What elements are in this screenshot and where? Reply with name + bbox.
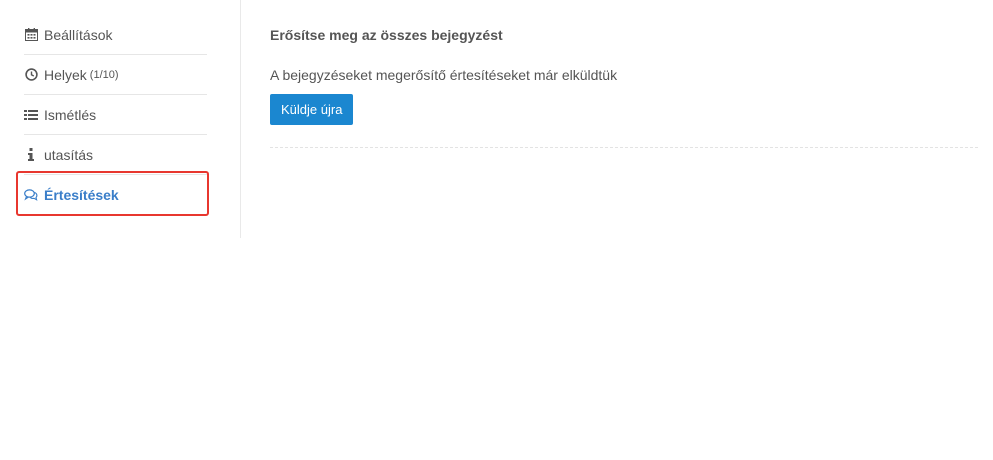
sidebar-item-label: Ismétlés <box>44 106 97 123</box>
sidebar-item-label: Helyek <box>44 66 87 83</box>
places-count: (1/10) <box>89 68 119 81</box>
notification-description: A bejegyzéseket megerősítő értesítéseket… <box>270 67 618 83</box>
sidebar-nav: Beállítások Helyek (1/10) Ismétlés utasí… <box>24 15 207 215</box>
section-divider <box>270 147 978 148</box>
clock-icon <box>24 68 38 82</box>
sidebar-item-notifications[interactable]: Értesítések <box>24 175 207 215</box>
resend-button[interactable]: Küldje újra <box>270 94 354 125</box>
sidebar-item-places[interactable]: Helyek (1/10) <box>24 55 207 95</box>
info-icon <box>24 148 38 162</box>
calendar-icon <box>24 28 38 42</box>
sidebar-item-settings[interactable]: Beállítások <box>24 15 207 55</box>
list-icon <box>24 108 38 122</box>
page-title: Erősítse meg az összes bejegyzést <box>270 27 503 43</box>
app-root: Beállítások Helyek (1/10) Ismétlés utasí… <box>0 0 993 460</box>
sidebar-item-repetition[interactable]: Ismétlés <box>24 95 207 135</box>
sidebar-item-label: Értesítések <box>44 187 119 203</box>
sidebar-item-label: Beállítások <box>44 26 113 43</box>
sidebar-item-label: utasítás <box>44 146 94 163</box>
sidebar: Beállítások Helyek (1/10) Ismétlés utasí… <box>0 0 241 238</box>
sidebar-item-instructions[interactable]: utasítás <box>24 135 207 175</box>
chat-icon <box>24 188 38 202</box>
